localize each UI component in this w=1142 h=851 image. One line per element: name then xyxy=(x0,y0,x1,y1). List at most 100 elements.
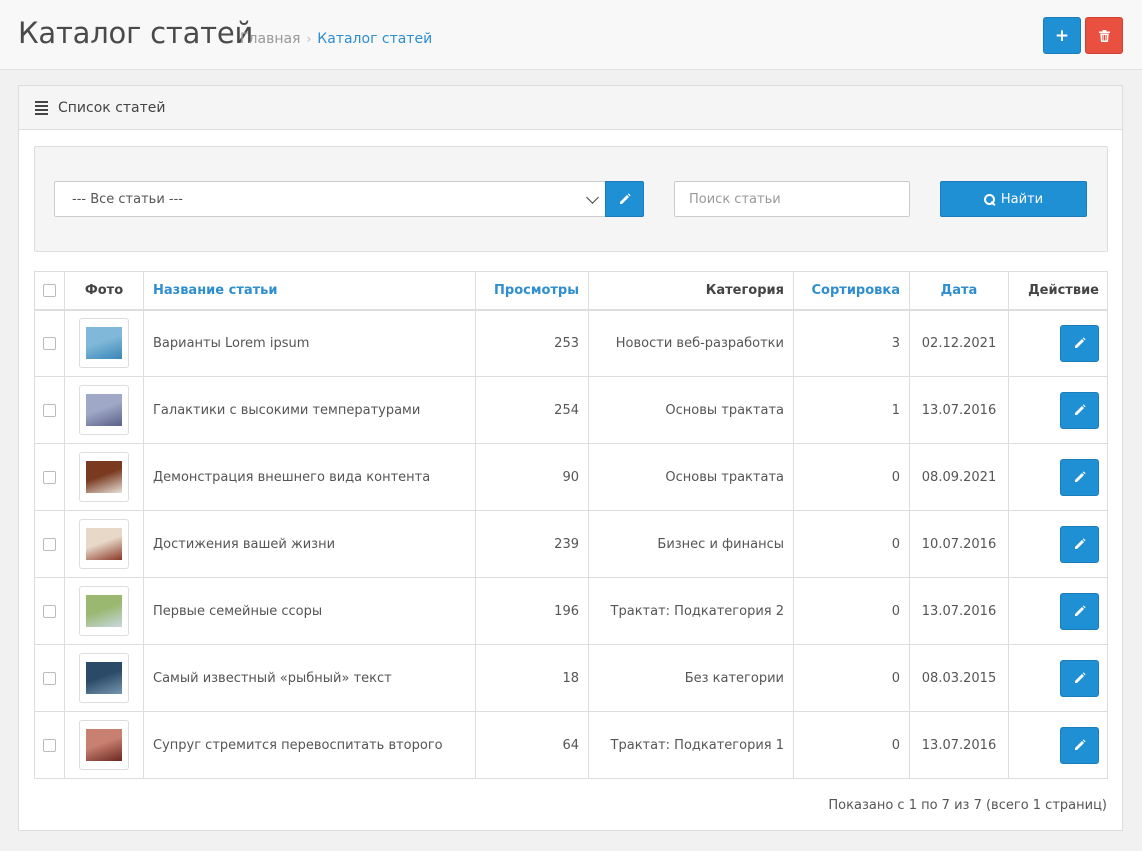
row-checkbox-cell xyxy=(34,577,65,645)
article-sort-order: 1 xyxy=(793,376,910,444)
delete-selected-button[interactable] xyxy=(1085,17,1123,54)
row-action-cell xyxy=(1008,644,1108,712)
row-photo-cell xyxy=(64,644,144,712)
article-category: Новости веб-разработки xyxy=(588,309,794,377)
category-select[interactable]: --- Все статьи --- xyxy=(54,181,606,217)
list-icon xyxy=(35,100,48,115)
row-checkbox-cell xyxy=(34,309,65,377)
article-list-panel: Список статей --- Все статьи --- Поиск с… xyxy=(18,85,1123,831)
filter-box: --- Все статьи --- Поиск статьи Найти xyxy=(34,146,1108,252)
row-checkbox[interactable] xyxy=(43,336,56,350)
search-placeholder: Поиск статьи xyxy=(689,191,781,207)
select-all-cell xyxy=(34,271,65,311)
row-action-cell xyxy=(1008,443,1108,511)
row-checkbox[interactable] xyxy=(43,604,56,618)
table-header-row: Фото Название статьи Просмотры Категория… xyxy=(34,271,1108,311)
table-row: Демонстрация внешнего вида контента 90 Осн… xyxy=(34,443,1108,511)
article-thumbnail xyxy=(79,653,129,703)
article-views: 90 xyxy=(475,443,589,511)
row-action-cell xyxy=(1008,711,1108,779)
page-title: Каталог статей xyxy=(18,16,254,50)
article-thumbnail xyxy=(79,452,129,502)
table-row: Самый известный «рыбный» текст 18 Без кате… xyxy=(34,644,1108,712)
article-thumbnail xyxy=(79,318,129,369)
article-category: Основы трактата xyxy=(588,443,794,511)
table-row: Достижения вашей жизни 239 Бизнес и финанс… xyxy=(34,510,1108,578)
article-sort-order: 0 xyxy=(793,510,910,578)
article-sort-order: 0 xyxy=(793,577,910,645)
row-photo-cell xyxy=(64,376,144,444)
column-sort-order-sort[interactable]: Сортировка xyxy=(793,271,910,311)
edit-article-button[interactable] xyxy=(1060,659,1099,697)
row-photo-cell xyxy=(64,309,144,377)
edit-article-button[interactable] xyxy=(1060,726,1099,764)
row-action-cell xyxy=(1008,577,1108,645)
row-action-cell xyxy=(1008,510,1108,578)
row-action-cell xyxy=(1008,309,1108,377)
pencil-icon xyxy=(1074,538,1086,549)
edit-category-button[interactable] xyxy=(605,181,644,217)
article-views: 254 xyxy=(475,376,589,444)
table-row: Галактики с высокими температурами 254 Осн… xyxy=(34,376,1108,444)
row-photo-cell xyxy=(64,443,144,511)
breadcrumb-separator: › xyxy=(306,32,312,46)
table-row: Супруг стремится перевоспитать второго 64… xyxy=(34,711,1108,779)
pencil-icon xyxy=(619,193,631,204)
pencil-icon xyxy=(1074,337,1086,349)
row-photo-cell xyxy=(64,577,144,645)
category-select-value: --- Все статьи --- xyxy=(72,191,183,207)
article-date: 13.07.2016 xyxy=(909,711,1009,779)
article-sort-order: 0 xyxy=(793,711,910,779)
panel-title: Список статей xyxy=(58,99,166,116)
row-checkbox[interactable] xyxy=(43,671,56,685)
pencil-icon xyxy=(1074,739,1086,750)
page-header: Каталог статей Главная › Каталог статей … xyxy=(0,0,1142,70)
pencil-icon xyxy=(1074,672,1086,683)
articles-table: Фото Название статьи Просмотры Категория… xyxy=(34,271,1108,779)
chevron-down-icon xyxy=(586,191,599,204)
row-checkbox-cell xyxy=(34,711,65,779)
edit-article-button[interactable] xyxy=(1060,592,1099,630)
select-all-checkbox[interactable] xyxy=(43,283,56,297)
edit-article-button[interactable] xyxy=(1060,525,1099,563)
article-category: Основы трактата xyxy=(588,376,794,444)
article-date: 13.07.2016 xyxy=(909,376,1009,444)
article-name: Демонстрация внешнего вида контента xyxy=(143,443,476,511)
article-name: Первые семейные ссоры xyxy=(143,577,476,645)
row-checkbox[interactable] xyxy=(43,537,56,551)
column-views-sort[interactable]: Просмотры xyxy=(475,271,589,311)
article-category: Трактат: Подкатегория 1 xyxy=(588,711,794,779)
article-name: Достижения вашей жизни xyxy=(143,510,476,578)
article-category: Трактат: Подкатегория 2 xyxy=(588,577,794,645)
edit-article-button[interactable] xyxy=(1060,458,1099,496)
article-date: 13.07.2016 xyxy=(909,577,1009,645)
pencil-icon xyxy=(1074,471,1086,482)
add-article-button[interactable]: + xyxy=(1043,17,1081,54)
row-checkbox[interactable] xyxy=(43,470,56,484)
find-button[interactable]: Найти xyxy=(940,181,1087,217)
row-photo-cell xyxy=(64,510,144,578)
article-category: Без категории xyxy=(588,644,794,712)
column-action: Действие xyxy=(1008,271,1108,311)
column-date-sort[interactable]: Дата xyxy=(909,271,1009,311)
row-checkbox[interactable] xyxy=(43,403,56,417)
edit-article-button[interactable] xyxy=(1060,324,1099,362)
edit-article-button[interactable] xyxy=(1060,391,1099,429)
column-name-sort[interactable]: Название статьи xyxy=(143,271,476,311)
breadcrumb-current-link[interactable]: Каталог статей xyxy=(317,31,432,47)
article-thumbnail xyxy=(79,720,129,770)
breadcrumb: Главная › Каталог статей xyxy=(240,31,432,47)
article-name: Самый известный «рыбный» текст xyxy=(143,644,476,712)
row-action-cell xyxy=(1008,376,1108,444)
search-input[interactable]: Поиск статьи xyxy=(674,181,910,217)
breadcrumb-home-link[interactable]: Главная xyxy=(240,31,300,47)
search-icon xyxy=(983,193,995,205)
article-thumbnail xyxy=(79,519,129,569)
row-checkbox[interactable] xyxy=(43,738,56,752)
article-views: 18 xyxy=(475,644,589,712)
article-date: 10.07.2016 xyxy=(909,510,1009,578)
column-category: Категория xyxy=(588,271,794,311)
article-name: Варианты Lorem ipsum xyxy=(143,309,476,377)
article-name: Супруг стремится перевоспитать второго xyxy=(143,711,476,779)
article-category: Бизнес и финансы xyxy=(588,510,794,578)
